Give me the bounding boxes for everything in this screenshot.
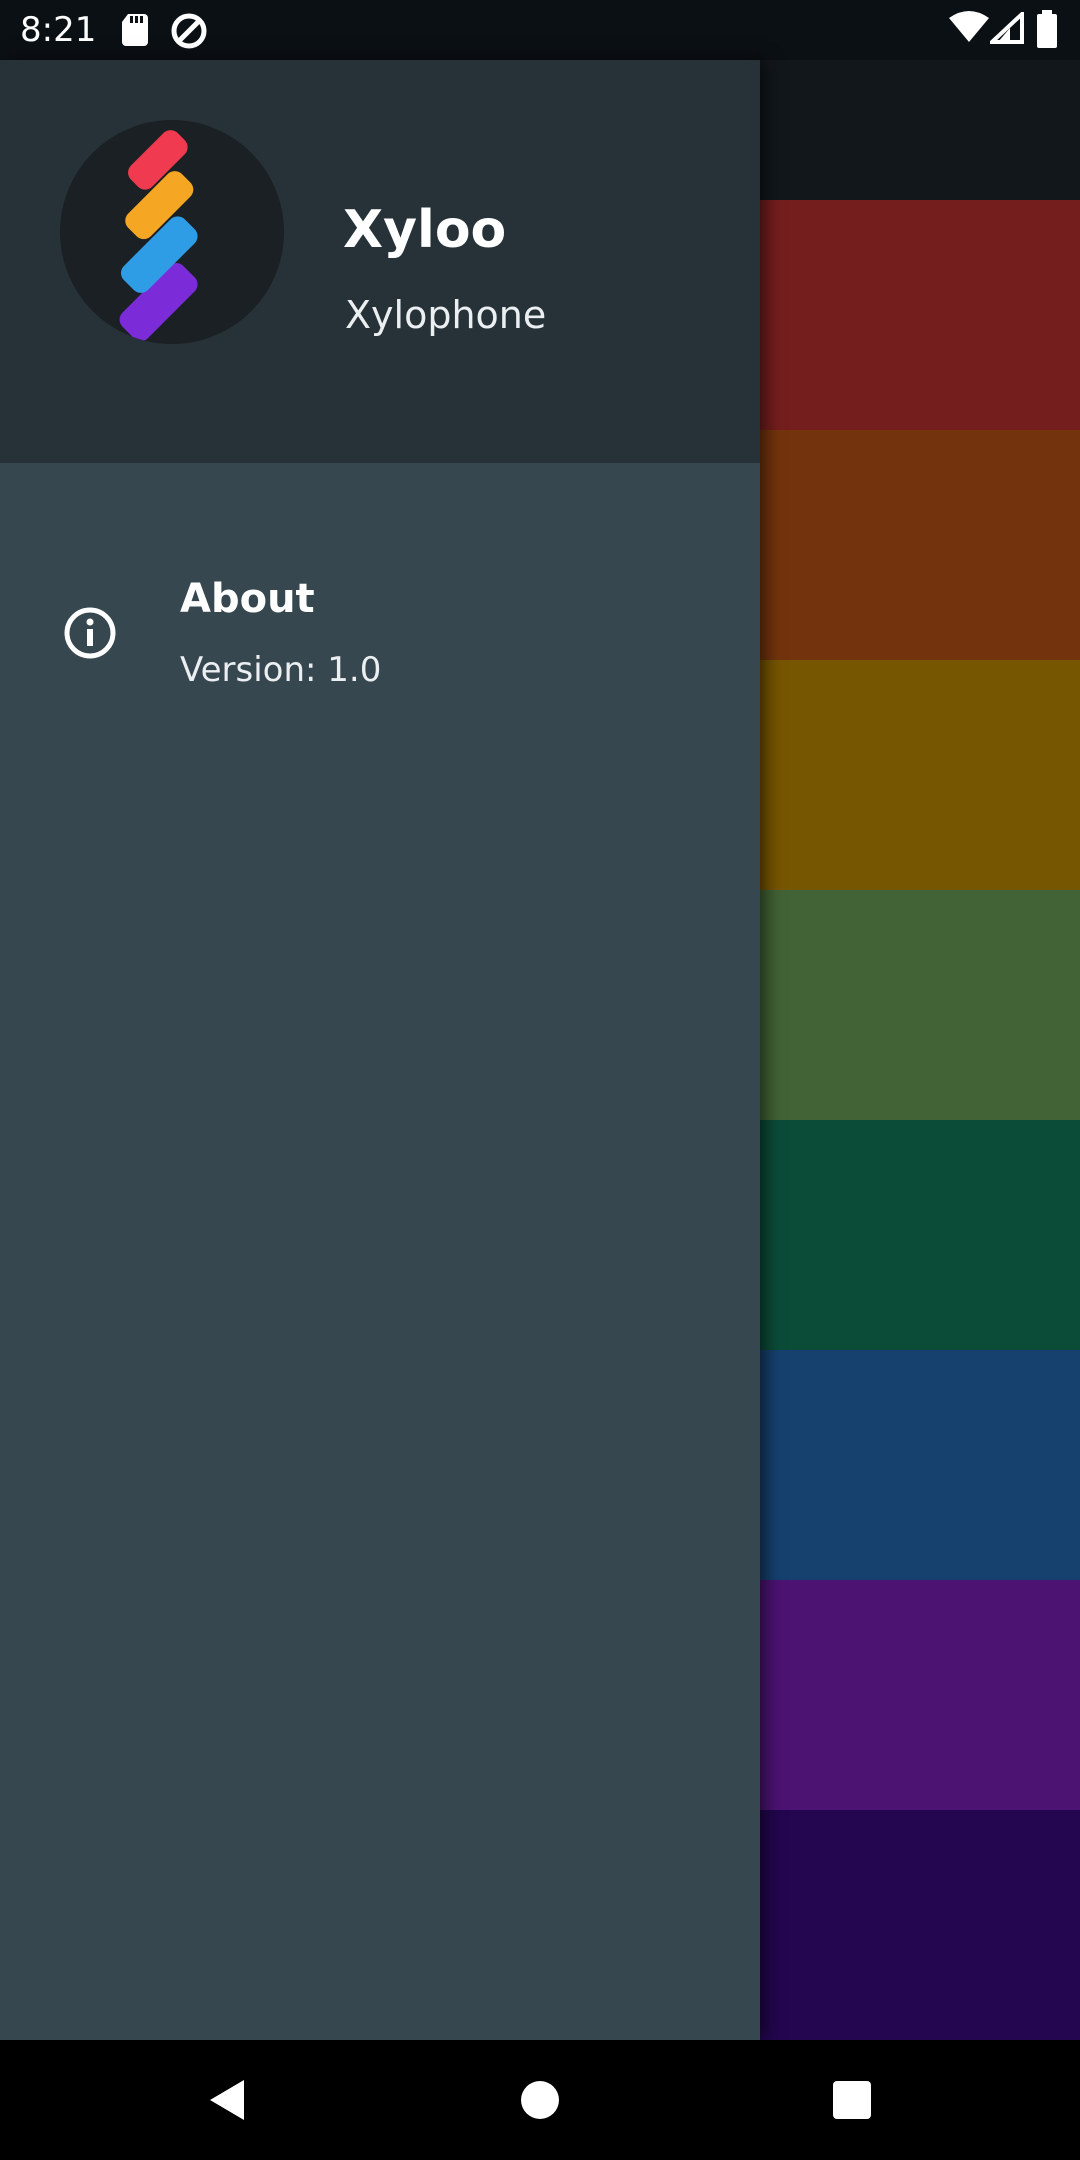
menu-item-title: About [180, 576, 315, 622]
data-saver-icon [170, 12, 208, 54]
menu-item-about[interactable]: About Version: 1.0 [0, 523, 760, 753]
sd-card-icon [120, 12, 150, 50]
navigation-drawer: Xyloo Xylophone About Version: 1.0 [0, 60, 760, 2040]
battery-icon [1036, 10, 1058, 52]
navigation-bar [0, 2040, 1080, 2160]
status-bar: 8:21 [0, 0, 1080, 60]
menu-item-subtitle: Version: 1.0 [180, 650, 382, 690]
back-icon[interactable] [196, 2070, 256, 2130]
wifi-icon [948, 10, 990, 48]
app-title: Xyloo [343, 200, 507, 260]
app-subtitle: Xylophone [345, 293, 547, 337]
recents-icon[interactable] [822, 2070, 882, 2130]
status-time: 8:21 [20, 10, 97, 50]
xylophone-logo-icon [60, 120, 284, 344]
info-icon [62, 605, 118, 661]
home-icon[interactable] [510, 2070, 570, 2130]
drawer-header: Xyloo Xylophone [0, 60, 760, 463]
signal-icon [986, 9, 1024, 48]
